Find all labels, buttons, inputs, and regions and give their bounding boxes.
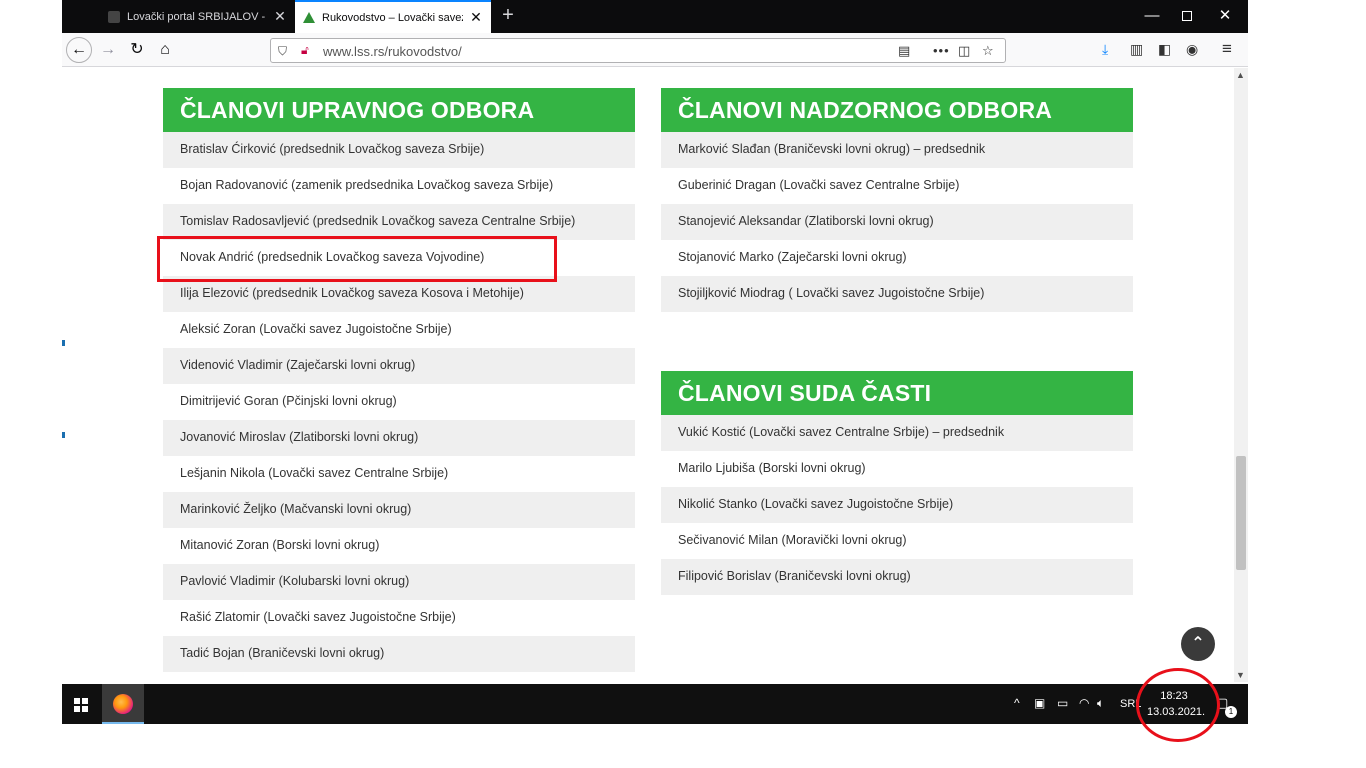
tab-bar: Lovački portal SRBIJALOV - Ad ✕ Rukovods… bbox=[62, 0, 1248, 33]
language-indicator[interactable]: SRL bbox=[1120, 698, 1141, 710]
member-row: Sečivanović Milan (Moravički lovni okrug… bbox=[661, 523, 1133, 559]
member-row: Lešjanin Nikola (Lovački savez Centralne… bbox=[163, 456, 635, 492]
member-row: Vukić Kostić (Lovački savez Centralne Sr… bbox=[661, 415, 1133, 451]
tray-overflow-chevron-icon[interactable]: ^ bbox=[1014, 696, 1020, 710]
forward-arrow-icon[interactable]: → bbox=[96, 38, 120, 62]
taskbar-firefox[interactable] bbox=[102, 684, 144, 724]
member-row: Marilo Ljubiša (Borski lovni okrug) bbox=[661, 451, 1133, 487]
member-list: Vukić Kostić (Lovački savez Centralne Sr… bbox=[661, 415, 1133, 595]
member-row: Aleksić Zoran (Lovački savez Jugoistočne… bbox=[163, 312, 635, 348]
member-row: Marinković Željko (Mačvanski lovni okrug… bbox=[163, 492, 635, 528]
member-list: Marković Slađan (Braničevski lovni okrug… bbox=[661, 132, 1133, 312]
member-row: Stojiljković Miodrag ( Lovački savez Jug… bbox=[661, 276, 1133, 312]
account-icon[interactable]: ◉ bbox=[1186, 41, 1198, 58]
scrollbar-thumb[interactable] bbox=[1236, 456, 1246, 570]
sidebar-icon[interactable]: ◧ bbox=[1158, 41, 1171, 58]
member-row: Mitanović Zoran (Borski lovni okrug) bbox=[163, 528, 635, 564]
firefox-icon bbox=[113, 694, 133, 714]
back-arrow-icon[interactable]: ← bbox=[66, 37, 92, 63]
clock-time: 18:23 bbox=[1160, 690, 1188, 702]
navigation-bar: ← → ↻ ⌂ ⛉ 🔓︎ www.lss.rs/rukovodstvo/ ▤ •… bbox=[62, 33, 1248, 67]
edge-accent bbox=[62, 432, 65, 438]
minimize-button[interactable]: — bbox=[1142, 6, 1162, 26]
notification-count-badge: 1 bbox=[1225, 706, 1237, 718]
pocket-icon[interactable]: ◫ bbox=[958, 43, 970, 59]
panel-upravni-odbor: ČLANOVI UPRAVNOG ODBORA Bratislav Ćirkov… bbox=[163, 88, 635, 672]
scroll-down-icon[interactable]: ▼ bbox=[1236, 670, 1245, 680]
member-row: Tomislav Radosavljević (predsednik Lovač… bbox=[163, 204, 635, 240]
member-row: Bojan Radovanović (zamenik predsednika L… bbox=[163, 168, 635, 204]
scroll-up-icon[interactable]: ▲ bbox=[1236, 70, 1245, 80]
member-row: Stojanović Marko (Zaječarski lovni okrug… bbox=[661, 240, 1133, 276]
tab-close-icon[interactable]: ✕ bbox=[469, 9, 483, 26]
panel-nadzorni-odbor: ČLANOVI NADZORNOG ODBORA Marković Slađan… bbox=[661, 88, 1133, 312]
member-row: Filipović Borislav (Braničevski lovni ok… bbox=[661, 559, 1133, 595]
tab-rukovodstvo[interactable]: Rukovodstvo – Lovački savez Sr ✕ bbox=[295, 0, 491, 33]
browser-window: Lovački portal SRBIJALOV - Ad ✕ Rukovods… bbox=[62, 0, 1248, 684]
panel-title: ČLANOVI SUDA ČASTI bbox=[661, 371, 1133, 415]
taskbar-clock[interactable]: 18:23 13.03.2021. bbox=[1147, 688, 1206, 720]
insecure-lock-icon[interactable]: 🔓︎ bbox=[301, 43, 309, 58]
member-row: Stanojević Aleksandar (Zlatiborski lovni… bbox=[661, 204, 1133, 240]
volume-icon[interactable]: 🔈︎ bbox=[1097, 696, 1104, 711]
url-text[interactable]: www.lss.rs/rukovodstvo/ bbox=[323, 44, 462, 59]
tab-title: Lovački portal SRBIJALOV - Ad bbox=[127, 10, 267, 23]
member-row: Nikolić Stanko (Lovački savez Jugoistočn… bbox=[661, 487, 1133, 523]
screen: Lovački portal SRBIJALOV - Ad ✕ Rukovods… bbox=[0, 0, 1366, 768]
maximize-icon bbox=[1182, 11, 1192, 22]
reader-view-icon[interactable]: ▤ bbox=[898, 43, 910, 59]
vertical-scrollbar[interactable]: ▲ ▼ bbox=[1234, 68, 1248, 682]
member-row: Dimitrijević Goran (Pčinjski lovni okrug… bbox=[163, 384, 635, 420]
member-row: Ilija Elezović (predsednik Lovačkog save… bbox=[163, 276, 635, 312]
shield-icon[interactable]: ⛉ bbox=[278, 44, 287, 59]
page-actions-icon[interactable]: ••• bbox=[933, 43, 950, 58]
member-row: Guberinić Dragan (Lovački savez Centraln… bbox=[661, 168, 1133, 204]
tab-srbijalov[interactable]: Lovački portal SRBIJALOV - Ad ✕ bbox=[100, 0, 295, 33]
start-button[interactable] bbox=[62, 684, 100, 724]
tab-close-icon[interactable]: ✕ bbox=[273, 8, 287, 25]
windows-taskbar: ^ ▣ ▭ ◠ 🔈︎ SRL 18:23 13.03.2021. ▢ 1 bbox=[62, 684, 1248, 724]
member-row: Pavlović Vladimir (Kolubarski lovni okru… bbox=[163, 564, 635, 600]
reload-icon[interactable]: ↻ bbox=[125, 38, 149, 62]
clock-date: 13.03.2021. bbox=[1147, 706, 1206, 718]
member-row: Videnović Vladimir (Zaječarski lovni okr… bbox=[163, 348, 635, 384]
page-content: ČLANOVI UPRAVNOG ODBORA Bratislav Ćirkov… bbox=[62, 68, 1234, 682]
site-favicon-icon bbox=[303, 12, 315, 23]
site-favicon-icon bbox=[108, 10, 120, 23]
hamburger-menu-icon[interactable]: ≡ bbox=[1222, 39, 1232, 59]
battery-icon[interactable]: ▭ bbox=[1057, 696, 1068, 710]
home-icon[interactable]: ⌂ bbox=[153, 38, 177, 62]
member-row: Novak Andrić (predsednik Lovačkog saveza… bbox=[163, 240, 635, 276]
url-bar[interactable]: ⛉ 🔓︎ www.lss.rs/rukovodstvo/ ▤ ••• ◫ ☆ bbox=[270, 38, 1006, 63]
library-icon[interactable]: ▥ bbox=[1130, 41, 1143, 58]
windows-logo-icon bbox=[74, 698, 88, 713]
download-icon[interactable]: ⤓ bbox=[1102, 41, 1108, 58]
new-tab-button[interactable]: + bbox=[496, 4, 520, 27]
member-row: Tadić Bojan (Braničevski lovni okrug) bbox=[163, 636, 635, 672]
member-row: Marković Slađan (Braničevski lovni okrug… bbox=[661, 132, 1133, 168]
maximize-button[interactable] bbox=[1177, 6, 1197, 26]
member-row: Jovanović Miroslav (Zlatiborski lovni ok… bbox=[163, 420, 635, 456]
panel-title: ČLANOVI UPRAVNOG ODBORA bbox=[163, 88, 635, 132]
panel-sud-casti: ČLANOVI SUDA ČASTI Vukić Kostić (Lovački… bbox=[661, 371, 1133, 595]
tray-device-icon[interactable]: ▣ bbox=[1034, 696, 1045, 710]
close-window-button[interactable]: ✕ bbox=[1215, 6, 1235, 26]
member-list: Bratislav Ćirković (predsednik Lovačkog … bbox=[163, 132, 635, 672]
tab-title: Rukovodstvo – Lovački savez Sr bbox=[322, 11, 463, 24]
panel-title: ČLANOVI NADZORNOG ODBORA bbox=[661, 88, 1133, 132]
edge-accent bbox=[62, 340, 65, 346]
member-row: Rašić Zlatomir (Lovački savez Jugoistočn… bbox=[163, 600, 635, 636]
wifi-icon[interactable]: ◠ bbox=[1079, 696, 1089, 710]
bookmark-star-icon[interactable]: ☆ bbox=[982, 43, 994, 59]
member-row: Bratislav Ćirković (predsednik Lovačkog … bbox=[163, 132, 635, 168]
scroll-to-top-button[interactable]: ⌃ bbox=[1181, 627, 1215, 661]
